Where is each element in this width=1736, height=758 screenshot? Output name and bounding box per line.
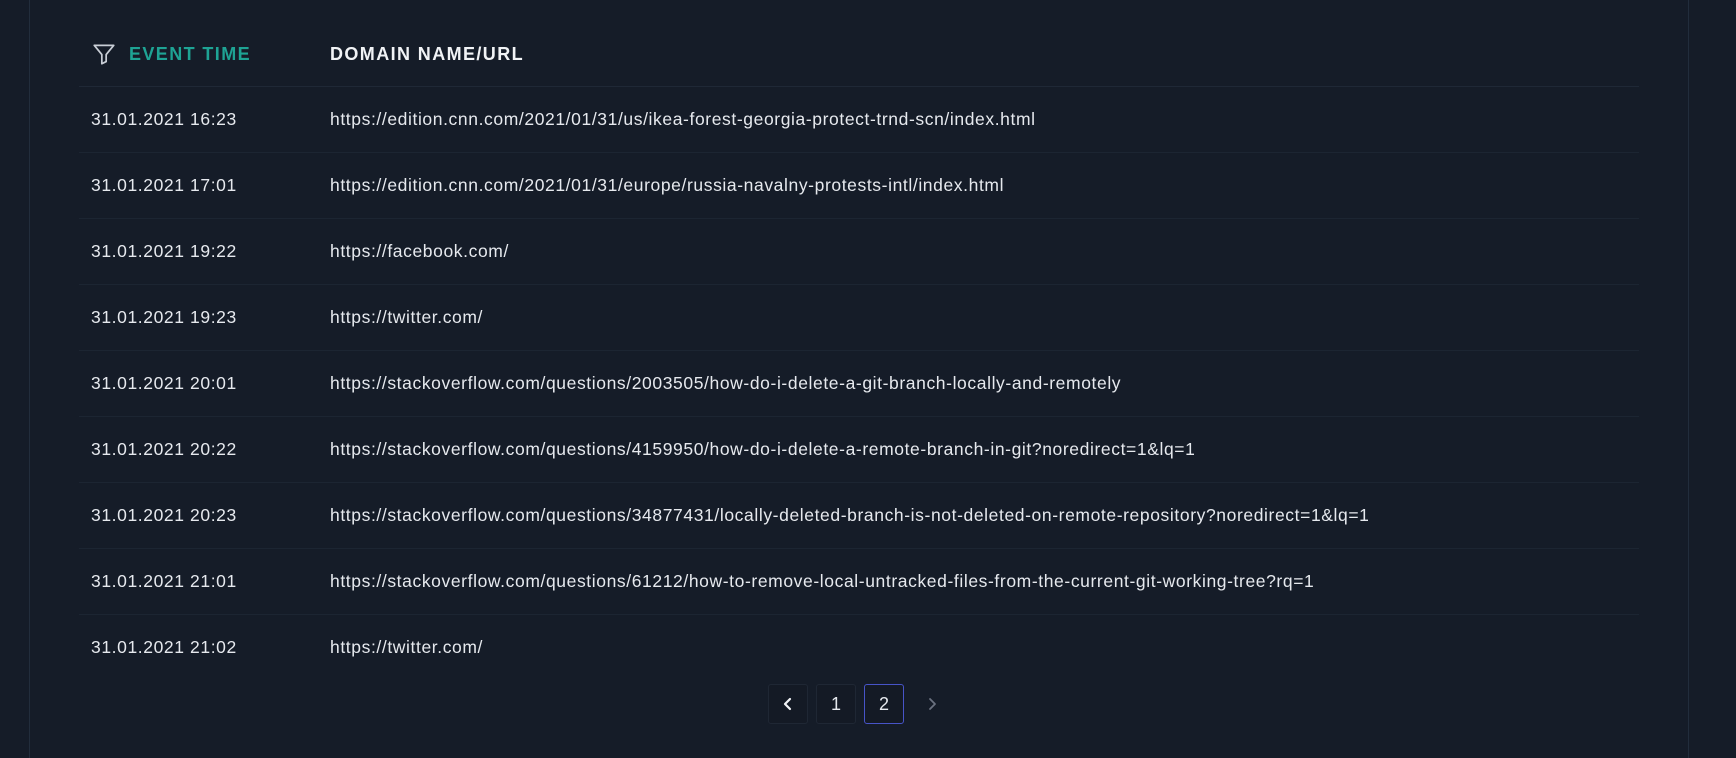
table-row: 31.01.2021 20:22 https://stackoverflow.co… xyxy=(79,417,1639,483)
event-time-cell: 31.01.2021 17:01 xyxy=(91,175,237,195)
page-button-2[interactable]: 2 xyxy=(864,684,904,724)
table-body: 31.01.2021 16:23 https://edition.cnn.com/… xyxy=(79,87,1639,680)
domain-url-cell: https://twitter.com/ xyxy=(330,637,484,657)
event-time-cell: 31.01.2021 20:01 xyxy=(91,373,237,393)
domain-url-cell: https://stackoverflow.com/questions/6121… xyxy=(330,571,1315,591)
chevron-left-icon xyxy=(783,697,792,711)
table-row: 31.01.2021 17:01 https://edition.cnn.com/… xyxy=(79,153,1639,219)
event-time-cell: 31.01.2021 21:01 xyxy=(91,571,237,591)
chevron-right-icon xyxy=(929,698,936,710)
event-time-header[interactable]: EVENT TIME xyxy=(79,41,330,67)
event-time-cell: 31.01.2021 16:23 xyxy=(91,109,237,129)
domain-url-cell: https://edition.cnn.com/2021/01/31/us/ik… xyxy=(330,109,1036,129)
domain-url-cell: https://stackoverflow.com/questions/2003… xyxy=(330,373,1122,393)
table-row: 31.01.2021 21:01 https://stackoverflow.co… xyxy=(79,549,1639,615)
page-button-1[interactable]: 1 xyxy=(816,684,856,724)
domain-url-cell: https://twitter.com/ xyxy=(330,307,484,327)
domain-url-cell: https://stackoverflow.com/questions/3487… xyxy=(330,505,1370,525)
domain-url-header: DOMAIN NAME/URL xyxy=(330,44,1639,65)
event-time-cell: 31.01.2021 21:02 xyxy=(91,637,237,657)
table-row: 31.01.2021 16:23 https://edition.cnn.com/… xyxy=(79,87,1639,153)
event-time-cell: 31.01.2021 19:22 xyxy=(91,241,237,261)
table-header: EVENT TIME DOMAIN NAME/URL xyxy=(79,22,1639,87)
domain-url-cell: https://facebook.com/ xyxy=(330,241,509,261)
events-table: EVENT TIME DOMAIN NAME/URL 31.01.2021 16… xyxy=(79,22,1639,680)
event-time-cell: 31.01.2021 19:23 xyxy=(91,307,237,327)
event-time-label[interactable]: EVENT TIME xyxy=(129,44,251,65)
table-row: 31.01.2021 20:23 https://stackoverflow.co… xyxy=(79,483,1639,549)
pagination: 1 2 xyxy=(768,684,952,724)
table-row: 31.01.2021 19:23 https://twitter.com/ xyxy=(79,285,1639,351)
table-row: 31.01.2021 19:22 https://facebook.com/ xyxy=(79,219,1639,285)
event-time-cell: 31.01.2021 20:22 xyxy=(91,439,237,459)
next-page-button[interactable] xyxy=(912,684,952,724)
domain-url-cell: https://edition.cnn.com/2021/01/31/europ… xyxy=(330,175,1005,195)
prev-page-button[interactable] xyxy=(768,684,808,724)
domain-url-label: DOMAIN NAME/URL xyxy=(330,43,524,64)
domain-url-cell: https://stackoverflow.com/questions/4159… xyxy=(330,439,1196,459)
page: EVENT TIME DOMAIN NAME/URL 31.01.2021 16… xyxy=(0,0,1736,758)
table-row: 31.01.2021 20:01 https://stackoverflow.co… xyxy=(79,351,1639,417)
table-row: 31.01.2021 21:02 https://twitter.com/ xyxy=(79,615,1639,680)
filter-icon[interactable] xyxy=(91,41,117,67)
event-time-cell: 31.01.2021 20:23 xyxy=(91,505,237,525)
